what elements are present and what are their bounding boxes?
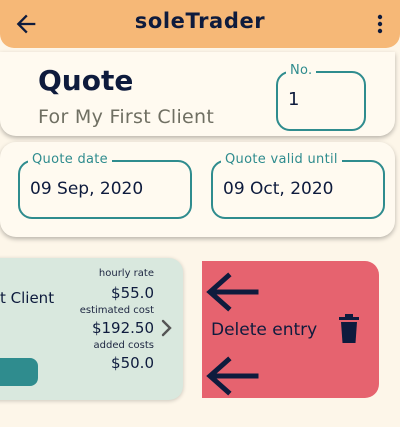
more-vert-icon[interactable]	[370, 12, 390, 36]
quote-date-value[interactable]: 09 Sep, 2020	[30, 179, 143, 199]
chevron-right-icon[interactable]	[160, 318, 174, 338]
added-costs-label: added costs	[93, 340, 154, 351]
quote-number-label: No.	[286, 63, 317, 78]
valid-until-label: Quote valid until	[221, 152, 342, 167]
estimated-cost-label: estimated cost	[79, 305, 154, 316]
valid-until-field[interactable]: Quote valid until 09 Oct, 2020	[211, 152, 385, 219]
left-arrow-icon	[206, 356, 259, 396]
entry-client-name: t Client	[0, 289, 55, 307]
app-bar: soleTrader	[0, 0, 400, 48]
client-subtitle: For My First Client	[38, 106, 215, 128]
left-arrow-icon	[206, 272, 259, 312]
valid-until-value[interactable]: 09 Oct, 2020	[223, 179, 334, 199]
quote-date-field[interactable]: Quote date 09 Sep, 2020	[18, 152, 192, 219]
quote-number-field[interactable]: No. 1	[276, 63, 366, 131]
delete-entry-label: Delete entry	[211, 320, 318, 340]
quote-date-label: Quote date	[28, 152, 112, 167]
hourly-rate-label: hourly rate	[98, 268, 154, 279]
quote-number-value[interactable]: 1	[288, 89, 299, 110]
added-costs-value: $50.0	[111, 354, 154, 372]
page-title: Quote	[38, 64, 134, 97]
app-title: soleTrader	[134, 9, 266, 33]
entry-action-button[interactable]	[0, 358, 38, 386]
trash-icon[interactable]	[337, 313, 361, 345]
estimated-cost-value: $192.50	[91, 319, 154, 337]
hourly-rate-value: $55.0	[111, 284, 154, 302]
